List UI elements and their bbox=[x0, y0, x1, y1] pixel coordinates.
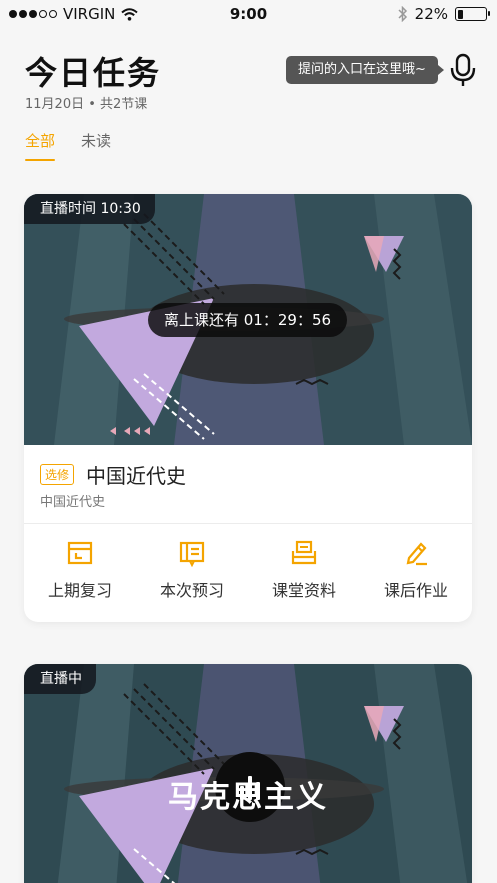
tab-unread[interactable]: 未读 bbox=[81, 130, 111, 161]
page-title: 今日任务 bbox=[25, 54, 162, 92]
preview-button[interactable]: 本次预习 bbox=[136, 539, 248, 601]
countdown-badge: 离上课还有 01：29：56 bbox=[148, 303, 348, 337]
materials-icon bbox=[291, 540, 317, 565]
course-subtitle: 中国近代史 bbox=[40, 495, 106, 510]
page-subtitle: 11月20日 • 共2节课 bbox=[25, 97, 148, 112]
course-card[interactable]: 直播时间 10:30 离上课还有 01：29：56 选修 中国近代史 中国近代史… bbox=[24, 194, 472, 622]
review-button[interactable]: 上期复习 bbox=[24, 539, 136, 601]
live-now-badge: 直播中 bbox=[24, 664, 96, 694]
materials-label: 课堂资料 bbox=[271, 581, 336, 600]
preview-label: 本次预习 bbox=[159, 581, 224, 600]
tab-bar: 全部 未读 bbox=[25, 130, 111, 161]
course-title-row: 选修 中国近代史 bbox=[40, 460, 186, 489]
battery-icon bbox=[455, 7, 490, 21]
preview-icon bbox=[179, 541, 205, 567]
battery-percent: 22% bbox=[414, 5, 448, 23]
course-banner[interactable]: 直播中 马克思主义 bbox=[24, 664, 472, 883]
elective-tag: 选修 bbox=[40, 464, 75, 485]
banner-title: 马克思主义 bbox=[168, 780, 328, 815]
review-icon bbox=[67, 541, 93, 565]
homework-label: 课后作业 bbox=[383, 581, 448, 600]
course-card[interactable]: 直播中 马克思主义 bbox=[24, 664, 472, 883]
tab-all[interactable]: 全部 bbox=[25, 130, 56, 161]
materials-button[interactable]: 课堂资料 bbox=[248, 539, 360, 601]
status-bar: VIRGIN 9:00 22% bbox=[0, 0, 497, 30]
microphone-icon[interactable] bbox=[449, 53, 477, 87]
homework-icon bbox=[406, 542, 427, 566]
course-actions: 上期复习 本次预习 课堂资料 课后作业 bbox=[24, 539, 472, 601]
live-time-badge: 直播时间 10:30 bbox=[24, 194, 155, 224]
homework-button[interactable]: 课后作业 bbox=[360, 539, 472, 601]
bluetooth-icon bbox=[398, 6, 407, 22]
course-title: 中国近代史 bbox=[86, 464, 187, 488]
divider bbox=[24, 523, 472, 524]
ask-tooltip: 提问的入口在这里哦~ bbox=[286, 56, 444, 84]
course-banner[interactable]: 直播时间 10:30 离上课还有 01：29：56 bbox=[24, 194, 472, 445]
review-label: 上期复习 bbox=[47, 581, 112, 600]
